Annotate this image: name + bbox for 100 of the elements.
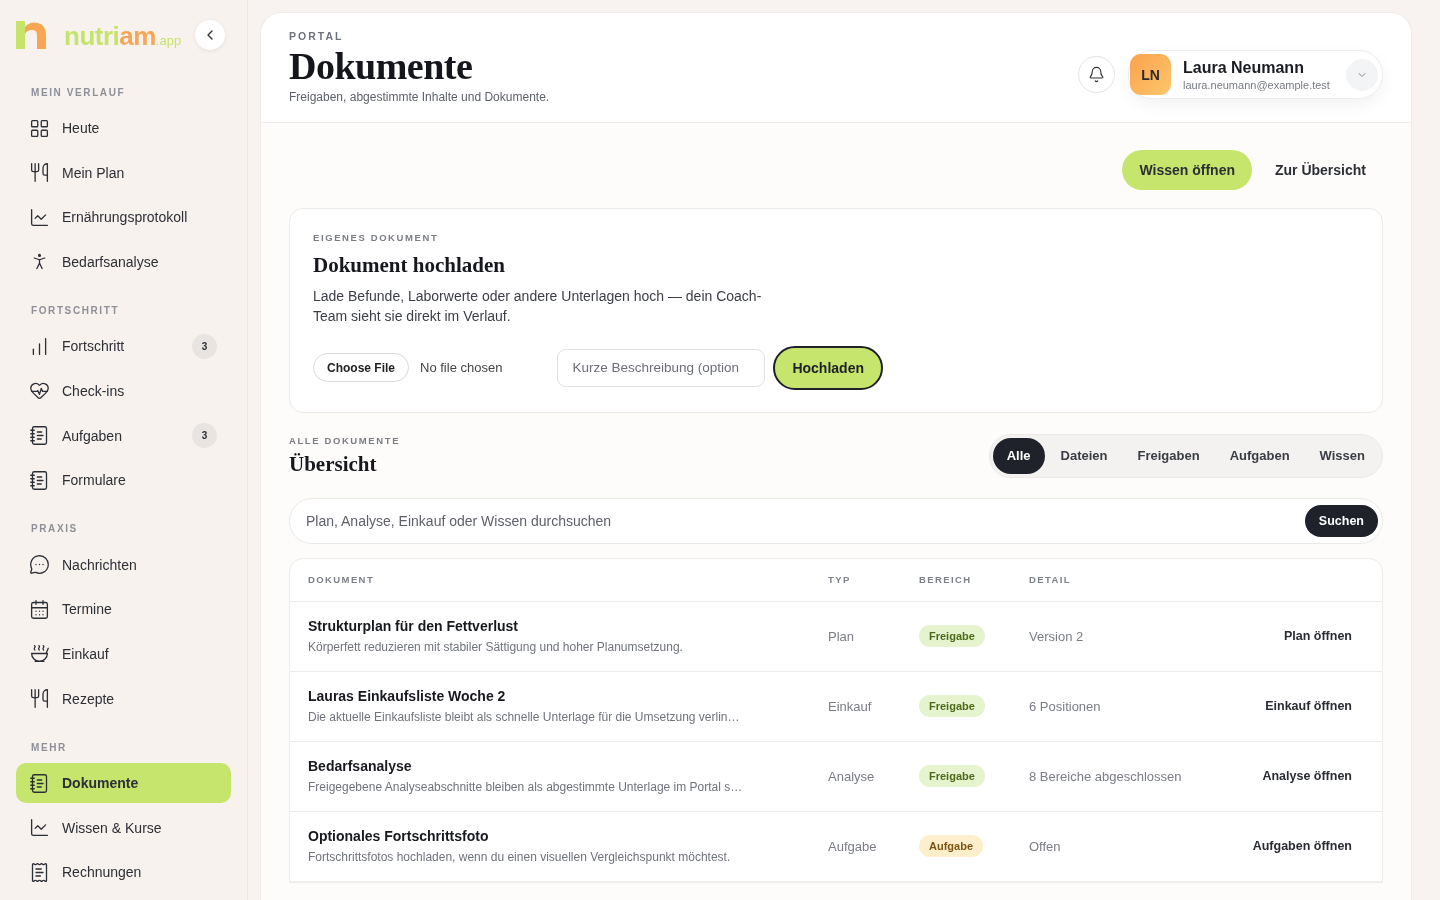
open-link[interactable]: Analyse öffnen [1262, 769, 1352, 784]
grid-icon [29, 117, 50, 139]
fork-knife-icon [29, 688, 50, 710]
user-avatar: LN [1130, 54, 1171, 95]
type-cell-text: Analyse [828, 768, 876, 784]
bell-icon [1088, 66, 1105, 83]
line-chart-icon [29, 206, 50, 228]
document-title: Bedarfsanalyse [308, 758, 413, 775]
area-badge: Freigabe [919, 695, 985, 718]
count-badge: 3 [192, 423, 217, 449]
section-heading: MEIN VERLAUF [30, 85, 127, 100]
brand-name: nutriam.app [64, 23, 182, 49]
sidebar-label: Fortschritt [62, 338, 126, 355]
detail-cell-text: Version 2 [1029, 628, 1085, 644]
sidebar-item[interactable]: Fortschritt 3 [16, 326, 231, 367]
document-description: Freigegebene Analyseabschnitte bleiben als abgestimmte Unterlage im Portal s… [308, 780, 744, 795]
card-title: Dokument hochladen [313, 252, 506, 278]
user-name: Laura Neumann [1183, 58, 1305, 77]
filter-tab[interactable]: Alle [992, 437, 1045, 474]
sidebar-label: Ernährungsprotokoll [62, 209, 189, 226]
type-cell-text: Plan [828, 628, 856, 644]
sidebar-label: Rezepte [62, 690, 116, 707]
sidebar-label: Einkauf [62, 645, 110, 662]
filter-tab[interactable]: Dateien [1046, 437, 1122, 474]
open-link[interactable]: Aufgaben öffnen [1252, 839, 1352, 854]
detail-cell-text: 8 Bereiche abgeschlossen [1029, 768, 1183, 784]
filter-tab[interactable]: Aufgaben [1215, 437, 1304, 474]
calendar-icon [29, 598, 50, 620]
open-link[interactable]: Plan öffnen [1283, 629, 1352, 644]
upload-button[interactable]: Hochladen [773, 345, 883, 390]
page-subtitle: Freigaben, abgestimmte Inhalte und Dokumente. [289, 89, 550, 104]
count-badge: 3 [192, 333, 217, 359]
file-status: No file chosen [420, 360, 503, 376]
sidebar-label: Check-ins [62, 382, 126, 399]
sidebar-item[interactable]: Termine [16, 589, 231, 630]
heart-pulse-icon [29, 380, 50, 402]
sidebar-item[interactable]: Ernährungsprotokoll [16, 197, 231, 238]
filter-tab[interactable]: Wissen [1305, 437, 1379, 474]
area-badge: Freigabe [919, 765, 985, 788]
sidebar-item[interactable]: Aufgaben 3 [16, 415, 231, 456]
sidebar-label: Aufgaben [62, 427, 123, 444]
document-description: Fortschrittsfotos hochladen, wenn du einen visuellen Vergleichspunkt möchtest. [308, 850, 732, 865]
logo-icon [16, 21, 46, 49]
choose-file-button[interactable]: Choose File [313, 353, 409, 383]
sidebar-label: Mein Plan [62, 164, 126, 181]
sidebar-item[interactable]: Heute [16, 108, 231, 148]
column-header: BEREICH [919, 574, 973, 586]
sidebar-label: Formulare [62, 472, 127, 489]
user-menu[interactable]: LN Laura Neumann laura.neumann@example.test [1128, 50, 1383, 99]
section-title: Übersicht [289, 451, 378, 477]
sidebar-item[interactable]: Nachrichten [16, 544, 231, 585]
document-description: Körperfett reduzieren mit stabiler Sättigung und hoher Planumsetzung. [308, 640, 684, 655]
sidebar-item[interactable]: Formulare [16, 460, 231, 501]
type-cell-text: Einkauf [828, 698, 873, 714]
open-link[interactable]: Einkauf öffnen [1265, 699, 1352, 714]
sidebar-item[interactable]: Dokumente [16, 763, 231, 804]
primary-button[interactable]: Wissen öffnen [1122, 149, 1252, 190]
sidebar-label: Wissen & Kurse [62, 819, 163, 836]
sidebar-item[interactable]: Bedarfsanalyse [16, 241, 231, 282]
column-header: TYP [828, 574, 852, 586]
section-heading: PRAXIS [30, 522, 79, 537]
sidebar-item[interactable]: Einkauf [16, 633, 231, 674]
area-badge: Aufgabe [919, 835, 983, 858]
sidebar-item[interactable]: Rezepte [16, 678, 231, 719]
collapse-button[interactable] [195, 20, 225, 50]
search-button[interactable]: Suchen [1304, 504, 1378, 537]
sidebar-item[interactable]: Wissen & Kurse [16, 807, 231, 848]
sidebar-item[interactable]: Rechnungen [16, 852, 231, 893]
notifications-button[interactable] [1078, 56, 1115, 93]
search-field[interactable]: Plan, Analyse, Einkauf oder Wissen durchsuchen Suchen [289, 497, 1383, 544]
fork-knife-icon [29, 162, 50, 184]
sidebar-item[interactable]: Mein Plan [16, 152, 231, 193]
sidebar-item[interactable]: Check-ins [16, 370, 231, 411]
line-chart-icon [29, 817, 50, 839]
column-header: DETAIL [1029, 574, 1072, 586]
user-email: laura.neumann@example.test [1183, 78, 1331, 91]
sidebar-label: Heute [62, 120, 101, 136]
sidebar-label: Bedarfsanalyse [62, 253, 160, 270]
section-heading: FORTSCHRITT [30, 303, 121, 318]
document-description: Die aktuelle Einkaufsliste bleibt als schnelle Unterlage für die Umsetzung verlin… [308, 710, 741, 725]
bowl-icon [29, 643, 50, 665]
message-icon [29, 554, 50, 576]
description-field[interactable]: Kurze Beschreibung (option [557, 348, 766, 387]
section-heading: MEHR [30, 740, 68, 755]
sidebar-label: Dokumente [62, 775, 140, 792]
sidebar-label: Termine [62, 601, 113, 618]
detail-cell-text: 6 Positionen [1029, 698, 1102, 714]
document-title: Optionales Fortschrittsfoto [308, 828, 490, 845]
card-text: Lade Befunde, Laborwerte oder andere Unterlagen hoch — dein Coach-Team sieht sie direkt im Verlauf. [313, 286, 763, 326]
page-title: Dokumente [289, 46, 474, 88]
text-button[interactable]: Zur Übersicht [1258, 149, 1383, 190]
notebook-icon [29, 469, 50, 491]
card-eyebrow: EIGENES DOKUMENT [313, 231, 440, 243]
filter-tab[interactable]: Freigaben [1123, 437, 1214, 474]
area-badge: Freigabe [919, 625, 985, 648]
type-cell-text: Aufgabe [828, 838, 878, 854]
notebook-icon [29, 425, 50, 447]
document-title: Strukturplan für den Fettverlust [308, 618, 520, 635]
sidebar-label: Rechnungen [62, 864, 143, 881]
section-eyebrow: ALLE DOKUMENTE [289, 434, 401, 446]
